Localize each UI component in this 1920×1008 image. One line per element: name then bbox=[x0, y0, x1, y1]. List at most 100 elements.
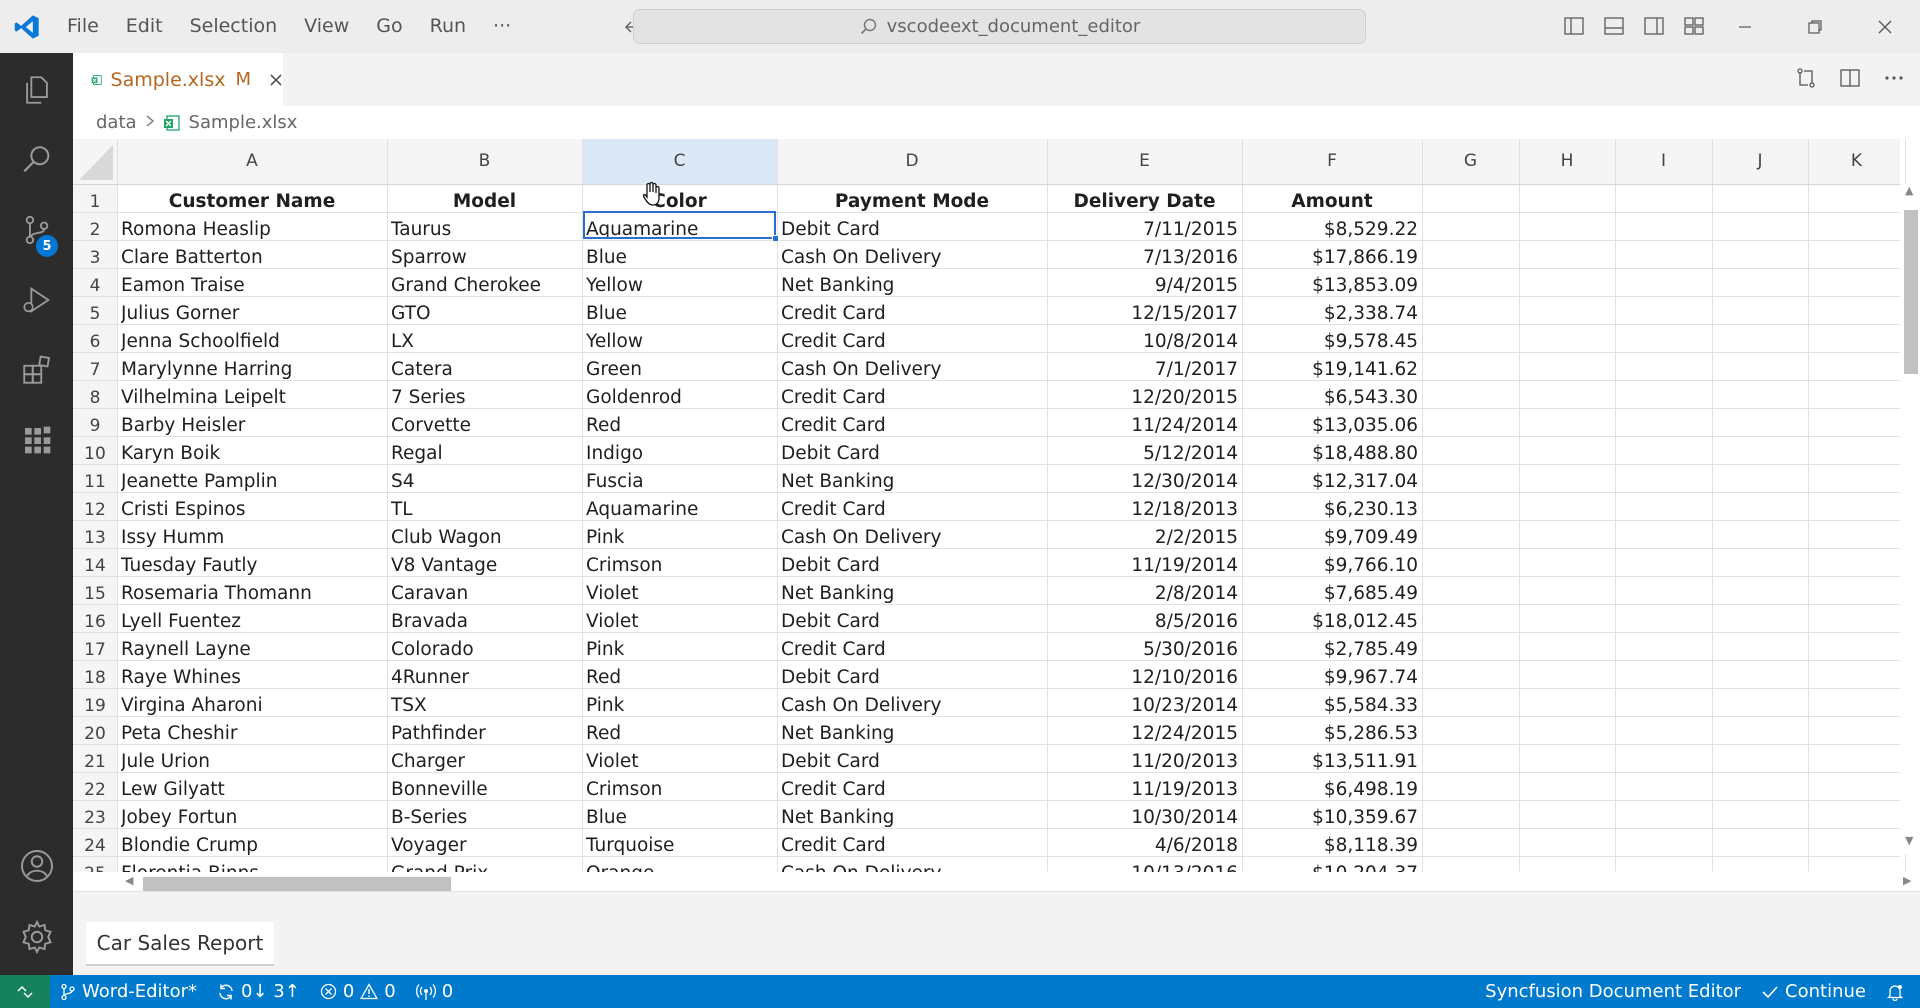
grid-cell[interactable]: $13,511.91 bbox=[1246, 748, 1418, 776]
grid-cell[interactable]: Debit Card bbox=[781, 552, 1043, 580]
grid-cell[interactable]: Peta Cheshir bbox=[121, 720, 383, 748]
search-activity-icon[interactable] bbox=[0, 125, 73, 195]
grid-cell[interactable]: Red bbox=[586, 664, 773, 692]
grid-cell[interactable]: 5/12/2014 bbox=[1051, 440, 1238, 468]
grid-cell[interactable]: $10,359.67 bbox=[1246, 804, 1418, 832]
grid-cell[interactable]: 2/2/2015 bbox=[1051, 524, 1238, 552]
grid-cell[interactable]: Regal bbox=[391, 440, 578, 468]
grid-cell[interactable]: Net Banking bbox=[781, 468, 1043, 496]
grid-cell[interactable]: Debit Card bbox=[781, 664, 1043, 692]
column-header-c[interactable]: C bbox=[582, 139, 777, 184]
minimize-icon[interactable] bbox=[1710, 0, 1780, 53]
grid-cell[interactable]: Bravada bbox=[391, 608, 578, 636]
grid-cell[interactable]: 2/8/2014 bbox=[1051, 580, 1238, 608]
row-header[interactable]: 3 bbox=[73, 244, 117, 272]
grid-cell[interactable]: S4 bbox=[391, 468, 578, 496]
grid-cell[interactable]: $9,578.45 bbox=[1246, 328, 1418, 356]
grid-cell[interactable]: Cash On Delivery bbox=[781, 524, 1043, 552]
grid-cell[interactable]: Cash On Delivery bbox=[781, 692, 1043, 720]
row-header[interactable]: 9 bbox=[73, 412, 117, 440]
grid-cell[interactable]: Karyn Boik bbox=[121, 440, 383, 468]
grid-cell[interactable]: Marylynne Harring bbox=[121, 356, 383, 384]
run-debug-icon[interactable] bbox=[0, 265, 73, 335]
grid-cell[interactable]: Eamon Traise bbox=[121, 272, 383, 300]
grid-cell[interactable]: Cash On Delivery bbox=[781, 244, 1043, 272]
row-header[interactable]: 5 bbox=[73, 300, 117, 328]
grid-cell[interactable]: 7/1/2017 bbox=[1051, 356, 1238, 384]
grid-cell[interactable]: 10/30/2014 bbox=[1051, 804, 1238, 832]
grid-cell[interactable]: Debit Card bbox=[781, 216, 1043, 244]
grid-cell[interactable]: Yellow bbox=[586, 328, 773, 356]
column-header-e[interactable]: E bbox=[1047, 139, 1242, 184]
grid-cell[interactable]: Goldenrod bbox=[586, 384, 773, 412]
more-actions-icon[interactable] bbox=[1882, 66, 1906, 90]
toggle-panel-icon[interactable] bbox=[1602, 14, 1626, 38]
grid-cell[interactable]: Blue bbox=[586, 300, 773, 328]
menu-run[interactable]: Run bbox=[418, 0, 481, 53]
grid-cell[interactable]: Jobey Fortun bbox=[121, 804, 383, 832]
tab-sample-xlsx[interactable]: Sample.xlsx M bbox=[73, 53, 283, 106]
grid-cell[interactable]: Corvette bbox=[391, 412, 578, 440]
grid-cell[interactable]: Violet bbox=[586, 580, 773, 608]
grid-cell[interactable]: 12/10/2016 bbox=[1051, 664, 1238, 692]
grid-cell[interactable]: $6,498.19 bbox=[1246, 776, 1418, 804]
row-header[interactable]: 18 bbox=[73, 664, 117, 692]
grid-cell[interactable]: $19,141.62 bbox=[1246, 356, 1418, 384]
grid-cell[interactable]: 12/30/2014 bbox=[1051, 468, 1238, 496]
grid-cell[interactable]: Net Banking bbox=[781, 272, 1043, 300]
row-header[interactable]: 24 bbox=[73, 832, 117, 860]
close-window-icon[interactable] bbox=[1850, 0, 1920, 53]
grid-cell[interactable]: Sparrow bbox=[391, 244, 578, 272]
spreadsheet-grid[interactable]: A B C D E F G H I J K 1 2 3 4 5 6 7 8 9 10 11 12 13 14 15 16 17 18 19… bbox=[73, 139, 1920, 892]
grid-cell[interactable]: $5,286.53 bbox=[1246, 720, 1418, 748]
header-cell[interactable]: Payment Mode bbox=[781, 188, 1043, 216]
grid-cell[interactable]: Credit Card bbox=[781, 636, 1043, 664]
grid-cell[interactable]: $9,709.49 bbox=[1246, 524, 1418, 552]
grid-cell[interactable]: Julius Gorner bbox=[121, 300, 383, 328]
row-header[interactable]: 13 bbox=[73, 524, 117, 552]
grid-cell[interactable]: $6,543.30 bbox=[1246, 384, 1418, 412]
grid-cell[interactable]: Vilhelmina Leipelt bbox=[121, 384, 383, 412]
grid-cell[interactable]: Crimson bbox=[586, 552, 773, 580]
grid-cell[interactable]: Taurus bbox=[391, 216, 578, 244]
grid-cell[interactable]: B-Series bbox=[391, 804, 578, 832]
grid-cell[interactable]: Jule Urion bbox=[121, 748, 383, 776]
row-header[interactable]: 16 bbox=[73, 608, 117, 636]
remote-indicator-icon[interactable] bbox=[0, 975, 50, 1008]
row-header[interactable]: 12 bbox=[73, 496, 117, 524]
grid-cell[interactable]: Bonneville bbox=[391, 776, 578, 804]
notifications-bell-icon[interactable] bbox=[1876, 975, 1920, 1008]
column-header-j[interactable]: J bbox=[1712, 139, 1808, 184]
grid-cell[interactable]: Jeanette Pamplin bbox=[121, 468, 383, 496]
grid-cell[interactable]: 11/24/2014 bbox=[1051, 412, 1238, 440]
grid-cell[interactable]: Blue bbox=[586, 804, 773, 832]
grid-cell[interactable]: Red bbox=[586, 412, 773, 440]
menu-file[interactable]: File bbox=[55, 0, 114, 53]
grid-cell[interactable]: Crimson bbox=[586, 776, 773, 804]
grid-cell[interactable]: Blue bbox=[586, 244, 773, 272]
header-cell[interactable]: Color bbox=[586, 188, 773, 216]
toggle-primary-sidebar-icon[interactable] bbox=[1562, 14, 1586, 38]
column-header-a[interactable]: A bbox=[117, 139, 387, 184]
row-header[interactable]: 15 bbox=[73, 580, 117, 608]
row-header[interactable]: 14 bbox=[73, 552, 117, 580]
column-header-k[interactable]: K bbox=[1808, 139, 1905, 184]
grid-cell[interactable]: Aquamarine bbox=[586, 496, 773, 524]
sync-status[interactable]: 0↓ 3↑ bbox=[207, 975, 310, 1008]
branch-status[interactable]: Word-Editor* bbox=[50, 975, 207, 1008]
continue-status[interactable]: Continue bbox=[1751, 975, 1876, 1008]
syncfusion-status[interactable]: Syncfusion Document Editor bbox=[1475, 975, 1751, 1008]
fill-handle[interactable] bbox=[772, 235, 779, 242]
grid-cell[interactable]: Net Banking bbox=[781, 804, 1043, 832]
vertical-scroll-thumb[interactable] bbox=[1904, 210, 1918, 374]
scroll-down-icon[interactable]: ▼ bbox=[1905, 834, 1913, 847]
row-header[interactable]: 10 bbox=[73, 440, 117, 468]
grid-cell[interactable]: LX bbox=[391, 328, 578, 356]
grid-cell[interactable]: Debit Card bbox=[781, 748, 1043, 776]
grid-cell[interactable]: 12/20/2015 bbox=[1051, 384, 1238, 412]
menu-view[interactable]: View bbox=[292, 0, 364, 53]
sheet-tab-car-sales-report[interactable]: Car Sales Report bbox=[86, 922, 274, 966]
grid-cell[interactable]: Clare Batterton bbox=[121, 244, 383, 272]
menu-go[interactable]: Go bbox=[364, 0, 417, 53]
row-header[interactable]: 19 bbox=[73, 692, 117, 720]
